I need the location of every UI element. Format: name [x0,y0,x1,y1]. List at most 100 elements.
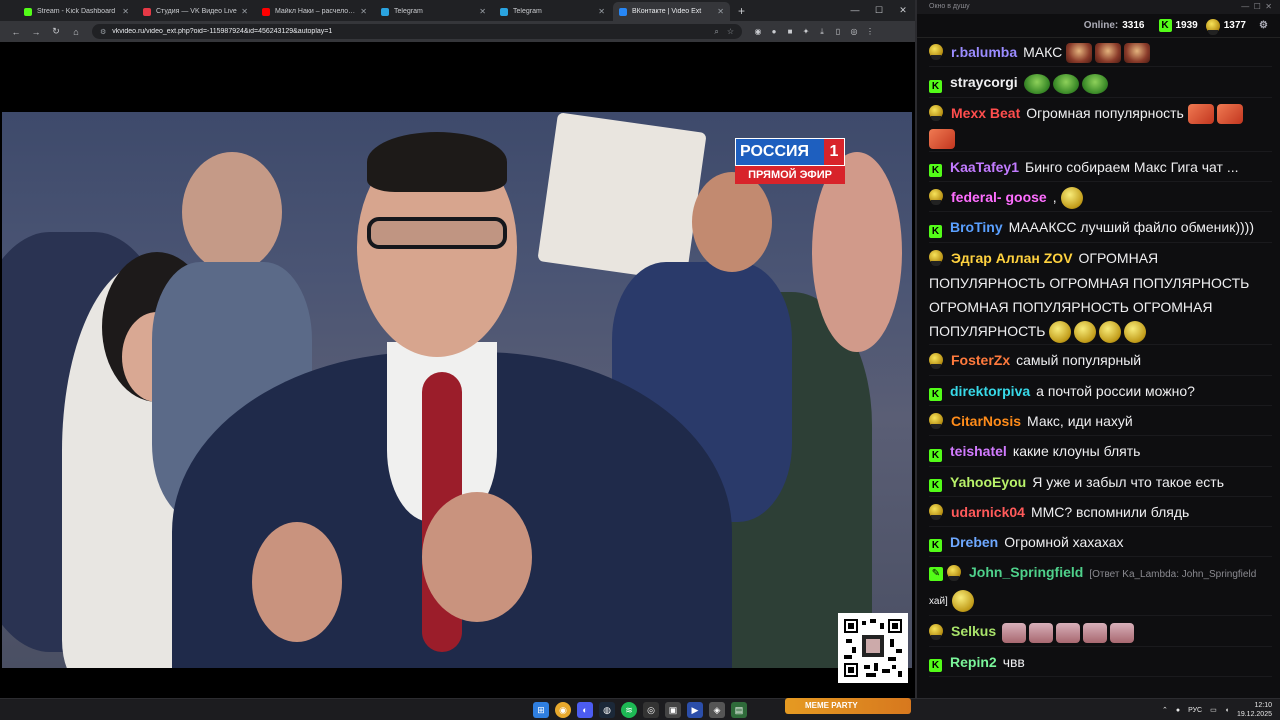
chat-username[interactable]: KaaTafey1 [950,159,1019,175]
tab-close-icon[interactable]: ✕ [241,7,248,16]
settings-icon[interactable]: ⚙ [1259,20,1268,31]
zoom-icon[interactable]: ⌕ [714,27,718,37]
pink-emote-icon[interactable] [1002,622,1027,643]
meme-party-widget[interactable]: MEME PARTY [785,698,911,714]
red-emote-icon[interactable] [1124,43,1151,64]
chat-message[interactable]: K YahooEyou Я уже и забыл что такое есть [929,470,1272,497]
chat-username[interactable]: Эдгар Аллан ZOV [951,250,1073,266]
back-arrow-icon[interactable]: ← [6,27,26,37]
menu-dots-icon[interactable]: ⋮ [862,27,878,37]
app-icon[interactable]: ▣ [665,702,681,718]
reload-icon[interactable]: ↻ [46,26,66,37]
gold-emote-icon[interactable] [1074,321,1097,344]
chat-message[interactable]: K BroTiny МАААКСС лучший файло обменик)))) [929,215,1272,243]
network-icon[interactable]: ▭ [1210,706,1217,714]
chat-message[interactable]: Selkus [929,619,1272,647]
tab-close-icon[interactable]: ✕ [598,7,605,16]
chat-username[interactable]: teishatel [950,443,1007,459]
red-emote-icon[interactable] [1095,43,1122,64]
chat-username[interactable]: r.balumba [951,44,1017,60]
tab-0[interactable]: Stream - Kick Dashboard ✕ [18,2,135,21]
profile-icon[interactable]: ◎ [846,27,862,37]
frog-emote-icon[interactable] [1023,73,1050,94]
site-info-icon[interactable]: ⚙ [100,28,106,36]
chat-message[interactable]: K Repin2 чвв [929,650,1272,678]
chat-username[interactable]: Mexx Beat [951,105,1020,121]
app-icon[interactable]: ▤ [731,702,747,718]
chat-message[interactable]: federal- goose, [929,185,1272,213]
address-bar[interactable]: ⚙ vkvideo.ru/video_ext.php?oid=-11598792… [92,24,742,39]
tab-5[interactable]: ВКонтакте | Video Ext ✕ [613,2,730,21]
volume-icon[interactable]: ◖ [1225,707,1229,714]
chat-username[interactable]: federal- goose [951,189,1047,205]
chat-message[interactable]: Kteishatel какие клоуны блять [929,439,1272,467]
chat-message[interactable]: Mexx Beat Огромная популярность [929,101,1272,152]
frog-emote-icon[interactable] [1081,73,1108,94]
chat-username[interactable]: Selkus [951,623,996,639]
tab-close-icon[interactable]: ✕ [717,7,724,16]
chat-username[interactable]: Repin2 [950,654,997,670]
mic-icon[interactable]: ● [1176,707,1180,714]
url-text[interactable]: vkvideo.ru/video_ext.php?oid=-115987924&… [112,28,706,35]
chat-window-controls[interactable]: — ☐ ✕ [1241,0,1272,14]
tab-3[interactable]: Telegram ✕ [375,2,492,21]
tab-close-icon[interactable]: ✕ [360,7,367,16]
video-player[interactable]: РОССИЯ 1 ПРЯМОЙ ЭФИР [0,42,915,698]
red-emote-icon[interactable] [1066,43,1093,64]
chat-message[interactable]: K Dreben Огромной хахахах [929,530,1272,558]
gold-emote-icon[interactable] [1099,321,1122,344]
face-emote-icon[interactable] [1216,103,1243,124]
minimize-button[interactable]: — [843,0,867,21]
gold-emote-icon[interactable] [1049,321,1072,344]
new-tab-button[interactable]: + [732,2,751,21]
discord-icon[interactable]: ◐ [577,702,593,718]
chat-username[interactable]: CitarNosis [951,413,1021,429]
frog-emote-icon[interactable] [1052,73,1079,94]
language-indicator[interactable]: РУС [1188,707,1202,714]
extension-icon[interactable]: ● [766,27,782,37]
chat-username[interactable]: YahooEyou [950,474,1026,490]
chat-username[interactable]: BroTiny [950,219,1003,235]
chat-message[interactable]: udarnick04 ММС? вспомнили блядь [929,500,1272,528]
tab-close-icon[interactable]: ✕ [122,7,129,16]
start-menu-icon[interactable]: ⊞ [533,702,549,718]
chat-message[interactable]: K KaaTafey1 Бинго собираем Макс Гига чат .… [929,155,1272,183]
reply-reference[interactable]: [Ответ Ka_Lambda: John_Springfield [1089,569,1256,580]
chat-message-list[interactable]: r.balumba МАКС Kstraycorgi Mexx Beat Огромна… [917,38,1280,678]
pink-emote-icon[interactable] [1110,622,1135,643]
tray-chevron-icon[interactable]: ⌃ [1162,706,1168,714]
maximize-button[interactable]: ☐ [867,0,891,21]
forward-arrow-icon[interactable]: → [26,27,46,37]
tab-1[interactable]: Студия — VK Видео Live ✕ [137,2,254,21]
bookmark-star-icon[interactable]: ☆ [727,27,734,36]
chat-message[interactable]: FosterZx самый популярный [929,348,1272,376]
extension-icon[interactable]: ◉ [750,27,766,37]
chat-message[interactable]: Kstraycorgi [929,70,1272,98]
chat-username[interactable]: direktorpiva [950,383,1030,399]
chat-username[interactable]: Dreben [950,534,998,550]
side-panel-icon[interactable]: ▯ [830,27,846,37]
chat-username[interactable]: John_Springfield [969,564,1083,580]
chat-message[interactable]: Эдгар Аллан ZOV ОГРОМНАЯ ПОПУЛЯРНОСТЬ ОГР… [929,246,1272,346]
pink-emote-icon[interactable] [1056,622,1081,643]
app-icon[interactable]: ▶ [687,702,703,718]
spotify-icon[interactable]: ≋ [621,702,637,718]
gold-emote-icon[interactable] [1124,321,1147,344]
clock[interactable]: 12:10 19.12.2025 [1237,701,1272,719]
app-icon[interactable]: ◈ [709,702,725,718]
close-window-button[interactable]: ✕ [891,0,915,21]
chat-username[interactable]: FosterZx [951,352,1010,368]
obs-icon[interactable]: ◎ [643,702,659,718]
tab-close-icon[interactable]: ✕ [479,7,486,16]
tab-4[interactable]: Telegram ✕ [494,2,611,21]
face-emote-icon[interactable] [929,129,955,150]
gold-emote-icon[interactable] [951,589,974,612]
steam-icon[interactable]: ◍ [599,702,615,718]
chat-username[interactable]: straycorgi [950,74,1018,90]
chat-message[interactable]: Kdirektorpiva а почтой россии можно? [929,379,1272,406]
extension-icon[interactable]: ■ [782,27,798,37]
pink-emote-icon[interactable] [1083,622,1108,643]
chat-username[interactable]: udarnick04 [951,504,1025,520]
tab-2[interactable]: Майкл Наки – расчеловечив... ✕ [256,2,373,21]
extensions-puzzle-icon[interactable]: ✦ [798,27,814,37]
